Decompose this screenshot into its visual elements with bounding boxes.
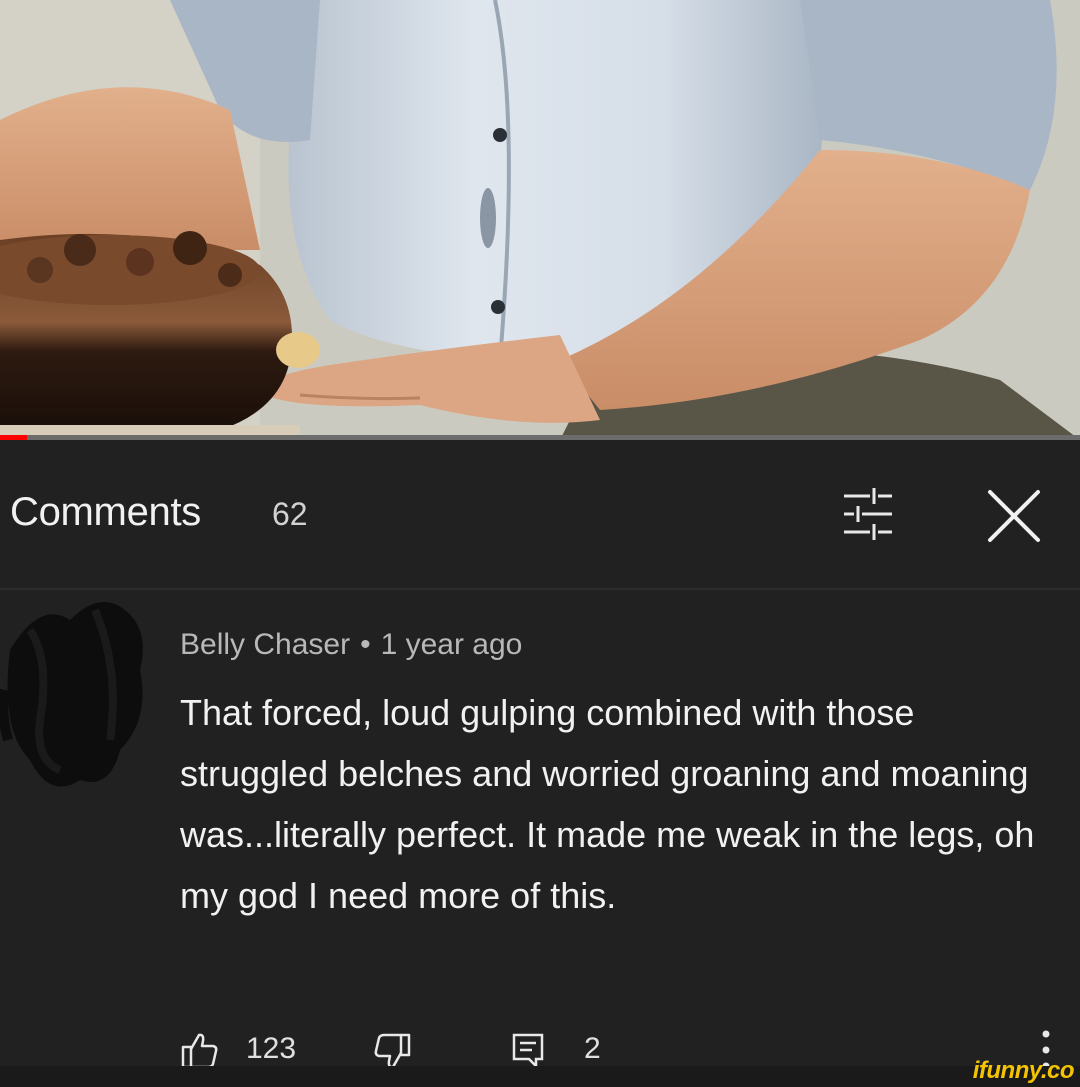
comments-title: Comments — [10, 490, 201, 534]
like-count: 123 — [246, 1032, 297, 1065]
watermark: ifunny.co — [972, 1057, 1075, 1084]
sort-filter-icon[interactable] — [836, 482, 900, 546]
video-frame — [0, 0, 1080, 440]
comment-meta: Belly Chaser • 1 year ago — [180, 628, 522, 662]
comments-header: Comments 62 — [0, 440, 1080, 590]
meta-separator: • — [360, 628, 371, 661]
comment-actions: 123 2 — [180, 1030, 1060, 1070]
avatar[interactable] — [0, 590, 160, 810]
close-icon[interactable] — [978, 480, 1050, 552]
comment-author[interactable]: Belly Chaser — [180, 628, 350, 661]
comment-text: That forced, loud gulping combined with … — [180, 692, 1035, 916]
thumbs-up-icon[interactable] — [180, 1030, 220, 1070]
reply-icon[interactable] — [510, 1032, 546, 1068]
watermark-bar: ifunny.co — [0, 1057, 1080, 1087]
comment-item: Belly Chaser • 1 year ago That forced, lou… — [0, 590, 1080, 1087]
reply-count: 2 — [584, 1032, 601, 1065]
comments-count: 62 — [272, 496, 308, 532]
comment-time: 1 year ago — [380, 628, 523, 661]
video-player[interactable] — [0, 0, 1080, 440]
